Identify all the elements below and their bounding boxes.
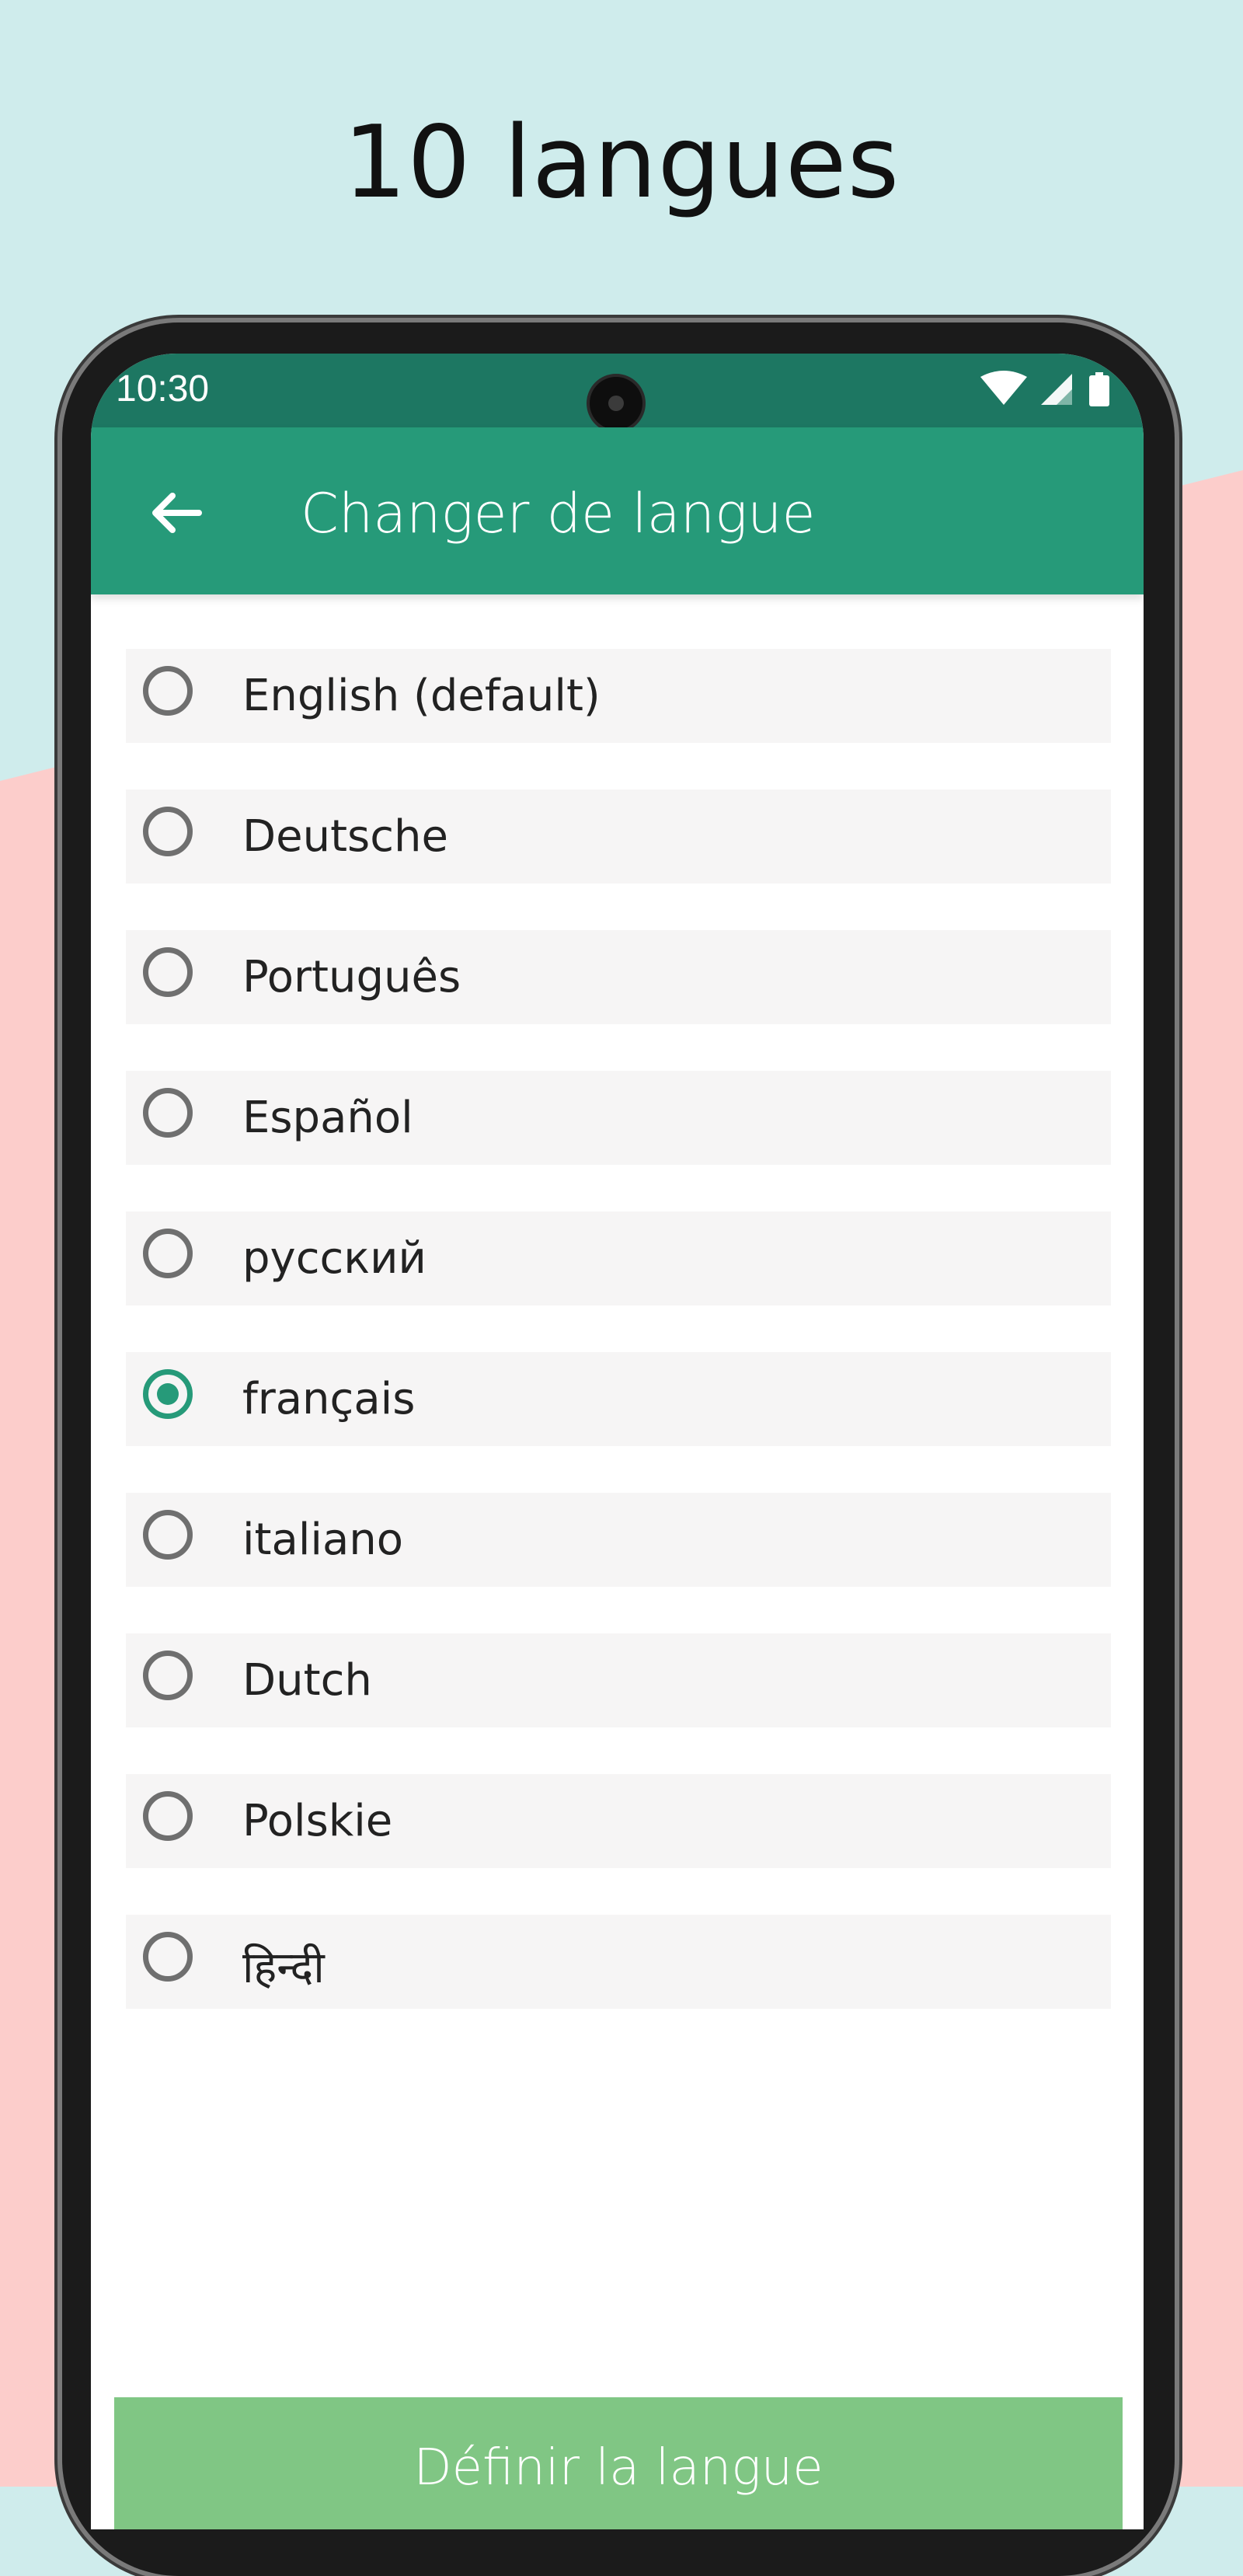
language-option-portugues[interactable]: Português xyxy=(126,930,1111,1024)
promo-headline: 10 langues xyxy=(343,105,900,221)
language-label: Português xyxy=(242,952,461,1002)
language-label: Español xyxy=(242,1093,413,1143)
signal-icon xyxy=(1041,374,1072,405)
language-option-italiano[interactable]: italiano xyxy=(126,1493,1111,1587)
language-option-dutch[interactable]: Dutch xyxy=(126,1633,1111,1727)
radio-unchecked-icon[interactable] xyxy=(143,947,193,997)
status-icons xyxy=(980,371,1109,406)
language-option-hindi[interactable]: हिन्दी xyxy=(126,1915,1111,2009)
back-button[interactable] xyxy=(138,474,215,552)
status-bar: 10:30 xyxy=(91,354,1144,430)
app-bar: Changer de langue xyxy=(91,427,1144,594)
radio-unchecked-icon[interactable] xyxy=(143,1510,193,1560)
radio-unchecked-icon[interactable] xyxy=(143,1651,193,1700)
language-option-francais[interactable]: français xyxy=(126,1352,1111,1446)
language-list: English (default) Deutsche Português Esp… xyxy=(126,649,1111,2055)
language-option-espanol[interactable]: Español xyxy=(126,1071,1111,1165)
language-label: français xyxy=(242,1374,416,1424)
language-label: English (default) xyxy=(242,671,601,721)
radio-unchecked-icon[interactable] xyxy=(143,1229,193,1278)
radio-unchecked-icon[interactable] xyxy=(143,666,193,716)
battery-icon xyxy=(1089,372,1109,406)
phone-screen: 10:30 Changer de langue English (default… xyxy=(91,354,1144,2529)
language-label: русский xyxy=(242,1233,427,1284)
language-label: Dutch xyxy=(242,1655,372,1706)
arrow-left-icon xyxy=(152,493,202,533)
language-option-russian[interactable]: русский xyxy=(126,1211,1111,1305)
status-time: 10:30 xyxy=(116,368,210,410)
front-camera xyxy=(590,377,642,430)
radio-checked-icon[interactable] xyxy=(143,1369,193,1419)
language-option-deutsche[interactable]: Deutsche xyxy=(126,790,1111,884)
wifi-icon xyxy=(980,371,1027,405)
radio-unchecked-icon[interactable] xyxy=(143,1791,193,1841)
language-label: Polskie xyxy=(242,1796,393,1846)
radio-unchecked-icon[interactable] xyxy=(143,1088,193,1138)
language-option-english[interactable]: English (default) xyxy=(126,649,1111,743)
language-label: हिन्दी xyxy=(242,1943,325,1993)
radio-unchecked-icon[interactable] xyxy=(143,1932,193,1982)
set-language-button[interactable]: Définir la langue xyxy=(114,2397,1123,2529)
page-title: Changer de langue xyxy=(301,482,816,546)
language-label: Deutsche xyxy=(242,811,448,862)
radio-unchecked-icon[interactable] xyxy=(143,807,193,856)
language-option-polskie[interactable]: Polskie xyxy=(126,1774,1111,1868)
language-label: italiano xyxy=(242,1515,404,1565)
